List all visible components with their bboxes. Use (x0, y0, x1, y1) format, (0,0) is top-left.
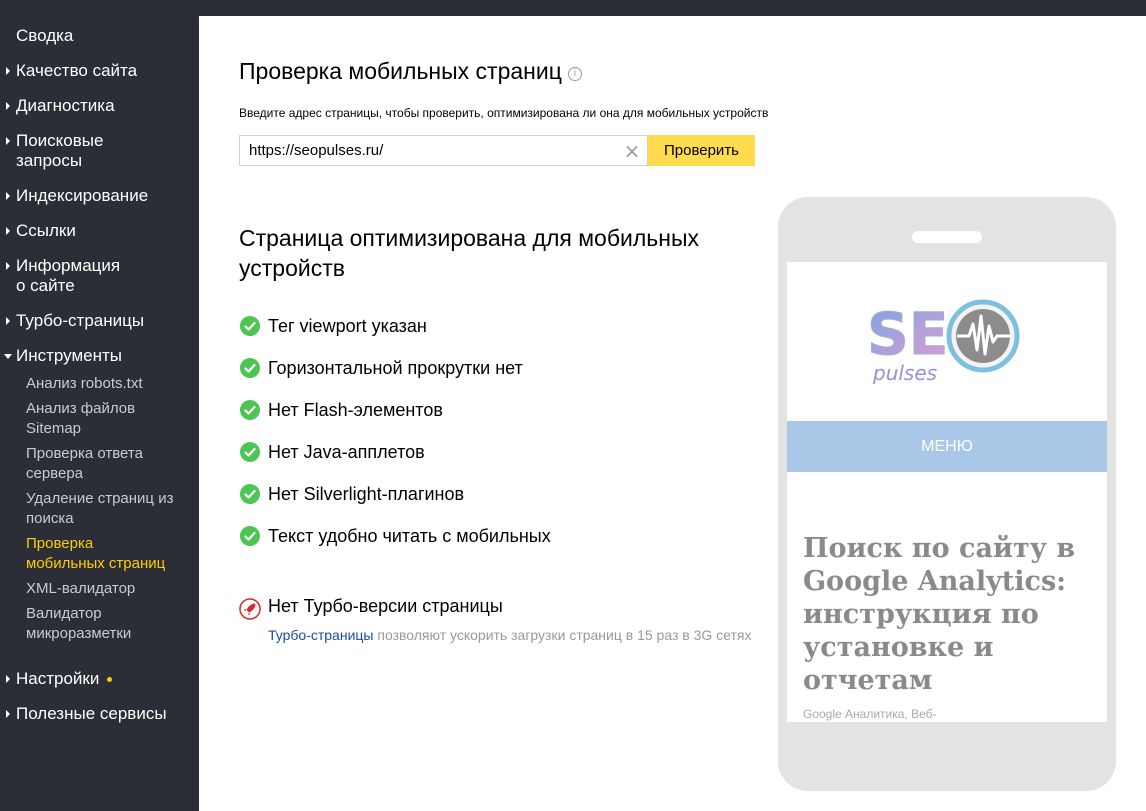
sidebar-item-turbo-pages[interactable]: Турбо-страницы (6, 311, 145, 331)
sidebar-item-summary[interactable]: Сводка (16, 26, 73, 46)
sidebar-item-label: запросы (16, 151, 83, 170)
sidebar-subitem-label: Sitemap (26, 420, 82, 437)
main-content: Проверка мобильных страниц i Введите адре… (199, 16, 1146, 811)
caret-right-icon (6, 67, 10, 75)
sidebar-item-label: Настройки (16, 669, 100, 688)
caret-down-icon (4, 354, 12, 359)
sidebar-item-label: Полезные сервисы (16, 704, 167, 723)
sidebar-item-indexing[interactable]: Индексирование (6, 186, 149, 206)
check-circle-icon (240, 484, 260, 504)
sidebar-subitem-label: Проверка (26, 535, 94, 552)
notification-dot-icon (107, 677, 113, 683)
sidebar-item-site-quality[interactable]: Качество сайта (6, 61, 138, 81)
caret-right-icon (6, 227, 10, 235)
sidebar-subitem-markup-validator[interactable]: Валидатор микроразметки (26, 604, 131, 644)
article-title[interactable]: Поиск по сайту в Google Analytics: инстр… (803, 532, 1093, 697)
sidebar-subitem-label: Анализ robots.txt (26, 375, 143, 392)
sidebar-item-site-info[interactable]: Информация о сайте (6, 256, 121, 296)
caret-right-icon (6, 675, 10, 683)
sidebar-item-label: Поисковые (16, 131, 104, 150)
caret-right-icon (6, 137, 10, 145)
sidebar-subitem-label: XML-валидатор (26, 580, 136, 597)
sidebar-subitem-xml-validator[interactable]: XML-валидатор (26, 579, 135, 599)
sidebar-item-label: Ссылки (16, 221, 76, 240)
caret-right-icon (6, 192, 10, 200)
check-item-label: Текст удобно читать с мобильных (268, 526, 551, 546)
sidebar-subitem-label: Валидатор (26, 605, 102, 622)
result-title: Страница оптимизирована для мобильных ус… (239, 225, 699, 281)
top-bar (0, 0, 1146, 16)
check-circle-icon (240, 400, 260, 420)
caret-right-icon (6, 710, 10, 718)
check-item-label: Горизонтальной прокрутки нет (268, 358, 523, 378)
check-item-label: Нет Java-апплетов (268, 442, 425, 462)
sidebar-subitem-label: сервера (26, 465, 84, 482)
check-circle-icon (240, 358, 260, 378)
sidebar-subitem-label: мобильных страниц (26, 555, 166, 572)
url-hint: Введите адрес страницы, чтобы проверить,… (239, 106, 769, 120)
seopulses-logo: SE pulses (867, 299, 1020, 385)
sidebar: Сводка Качество сайта Диагностика Поиско… (0, 16, 199, 811)
sidebar-item-settings[interactable]: Настройки (6, 669, 113, 689)
check-circle-icon (240, 442, 260, 462)
check-item-label: Нет Silverlight-плагинов (268, 484, 465, 504)
sidebar-subitem-robots[interactable]: Анализ robots.txt (26, 374, 143, 394)
sidebar-subitem-sitemap[interactable]: Анализ файлов Sitemap (26, 399, 135, 439)
sidebar-item-label: Инструменты (16, 346, 123, 365)
caret-right-icon (6, 262, 10, 270)
sidebar-subitem-remove-pages[interactable]: Удаление страниц из поиска (26, 489, 173, 529)
info-icon[interactable]: i (567, 67, 582, 81)
page-title: Проверка мобильных страниц i (239, 58, 582, 85)
url-input-wrapper: × (239, 135, 648, 166)
caret-right-icon (6, 102, 10, 110)
clear-icon[interactable]: × (623, 141, 641, 161)
sidebar-subitem-label: Анализ файлов (26, 400, 136, 417)
sidebar-item-diagnostics[interactable]: Диагностика (6, 96, 115, 116)
sidebar-item-label: Турбо-страницы (16, 311, 145, 330)
sidebar-item-tools[interactable]: Инструменты (4, 346, 123, 366)
sidebar-item-label: Диагностика (16, 96, 115, 115)
sidebar-subitem-label: Удаление страниц из (26, 490, 174, 507)
check-circle-icon (240, 526, 260, 546)
sidebar-item-label: Индексирование (16, 186, 149, 205)
check-item-label: Нет Flash-элементов (268, 400, 443, 420)
turbo-description: Турбо-страницы позволяют ускорить загруз… (268, 624, 758, 646)
phone-screen: SE pulses МЕНЮ Поиск по сайту в Google A… (787, 262, 1107, 722)
menu-button[interactable]: МЕНЮ (787, 421, 1107, 472)
turbo-description-text: позволяют ускорить загрузки страниц в 15… (373, 627, 752, 643)
check-circle-icon (240, 316, 260, 336)
turbo-pages-link[interactable]: Турбо-страницы (268, 627, 373, 643)
svg-text:pulses: pulses (872, 361, 937, 385)
turbo-title: Нет Турбо-версии страницы (268, 596, 503, 616)
sidebar-item-label: Качество сайта (16, 61, 138, 80)
check-button[interactable]: Проверить (648, 135, 755, 166)
sidebar-subitem-server-response[interactable]: Проверка ответа сервера (26, 444, 143, 484)
sidebar-item-search-queries[interactable]: Поисковые запросы (6, 131, 104, 171)
check-item-label: Тег viewport указан (268, 316, 427, 336)
sidebar-item-useful-services[interactable]: Полезные сервисы (6, 704, 167, 724)
sidebar-item-label: Информация (16, 256, 121, 275)
sidebar-subitem-label: Проверка ответа (26, 445, 143, 462)
sidebar-subitem-mobile-check[interactable]: Проверка мобильных страниц (26, 534, 165, 574)
phone-preview: SE pulses МЕНЮ Поиск по сайту в Google A… (778, 197, 1116, 791)
sidebar-item-links[interactable]: Ссылки (6, 221, 76, 241)
rocket-icon (239, 598, 261, 620)
phone-speaker (912, 231, 982, 243)
sidebar-item-label: Сводка (16, 26, 74, 45)
caret-right-icon (6, 317, 10, 325)
sidebar-item-label: о сайте (16, 276, 75, 295)
sidebar-subitem-label: поиска (26, 510, 74, 527)
url-input[interactable] (240, 136, 619, 165)
svg-text:SE: SE (867, 300, 948, 368)
page-title-text: Проверка мобильных страниц (239, 58, 562, 84)
article-meta: Google Аналитика, Веб- (803, 707, 937, 721)
sidebar-subitem-label: микроразметки (26, 625, 132, 642)
